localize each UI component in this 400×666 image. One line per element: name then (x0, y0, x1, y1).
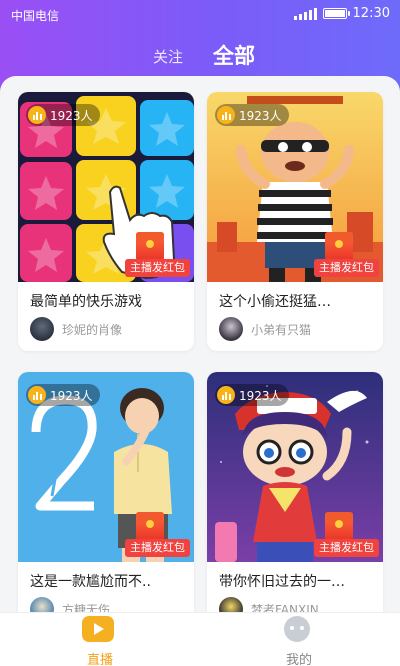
author-name: 小弟有只猫 (251, 322, 312, 337)
live-bars-icon (217, 386, 235, 404)
stream-thumbnail: 1923人 主播发红包 (18, 92, 194, 282)
author-row: 珍妮的肖像 (30, 317, 122, 341)
stream-grid: 1923人 主播发红包 最简单的快乐游戏 珍妮的肖像 1923人 主播发红包 这… (0, 76, 400, 616)
play-icon (82, 616, 114, 642)
live-bars-icon (28, 106, 46, 124)
status-icons: 12:30 (293, 6, 390, 21)
nav-live-label: 直播 (86, 653, 113, 666)
stream-thumbnail: 1923人 主播发红包 (207, 92, 383, 282)
nav-mine[interactable]: 我的 (259, 613, 339, 666)
red-packet-icon (136, 232, 164, 262)
stream-thumbnail: 1923人 主播发红包 (207, 372, 383, 562)
viewer-count: 1923人 (239, 108, 282, 123)
stream-title: 最简单的快乐游戏 (30, 294, 142, 310)
live-bars-icon (28, 386, 46, 404)
red-packet-badge: 主播发红包 (125, 259, 190, 277)
stream-title: 这个小偷还挺猛… (219, 294, 331, 310)
stream-title: 带你怀旧过去的一… (219, 574, 345, 590)
stream-card[interactable]: 1923人 主播发红包 最简单的快乐游戏 珍妮的肖像 (18, 92, 194, 351)
live-bars-icon (217, 106, 235, 124)
stream-title: 这是一款尴尬而不.. (30, 574, 151, 590)
viewer-count-badge: 1923人 (26, 104, 100, 126)
viewer-count: 1923人 (50, 108, 93, 123)
tab-follow[interactable]: 关注 (153, 46, 183, 67)
stream-card[interactable]: 1923人 主播发红包 这是一款尴尬而不.. 方糖无伤 (18, 372, 194, 616)
red-packet-icon (325, 512, 353, 542)
avatar (219, 317, 243, 341)
red-packet-badge: 主播发红包 (314, 539, 379, 557)
carrier-label: 中国电信 (11, 9, 60, 23)
nav-mine-label: 我的 (285, 653, 312, 666)
red-packet-badge: 主播发红包 (314, 259, 379, 277)
author-name: 珍妮的肖像 (62, 322, 123, 337)
stream-card[interactable]: 1923人 主播发红包 这个小偷还挺猛… 小弟有只猫 (207, 92, 383, 351)
viewer-count-badge: 1923人 (215, 384, 289, 406)
status-bar: 中国电信 12:30 (0, 0, 400, 30)
viewer-count-badge: 1923人 (26, 384, 100, 406)
tab-all[interactable]: 全部 (213, 40, 255, 70)
stream-card[interactable]: 1923人 主播发红包 带你怀旧过去的一… 梦者FANXIN (207, 372, 383, 616)
red-packet-badge: 主播发红包 (125, 539, 190, 557)
viewer-count: 1923人 (50, 388, 93, 403)
red-packet-icon (136, 512, 164, 542)
nav-live[interactable]: 直播 (60, 613, 140, 666)
battery-icon (322, 8, 350, 19)
clock: 12:30 (352, 6, 390, 21)
viewer-count-badge: 1923人 (215, 104, 289, 126)
top-tabs: 关注 全部 (0, 37, 400, 70)
avatar (30, 317, 54, 341)
author-row: 小弟有只猫 (219, 317, 311, 341)
stream-thumbnail: 1923人 主播发红包 (18, 372, 194, 562)
red-packet-icon (325, 232, 353, 262)
viewer-count: 1923人 (239, 388, 282, 403)
profile-icon (284, 616, 310, 642)
signal-icon (293, 7, 317, 20)
bottom-tab-bar: 直播 我的 (0, 612, 400, 666)
